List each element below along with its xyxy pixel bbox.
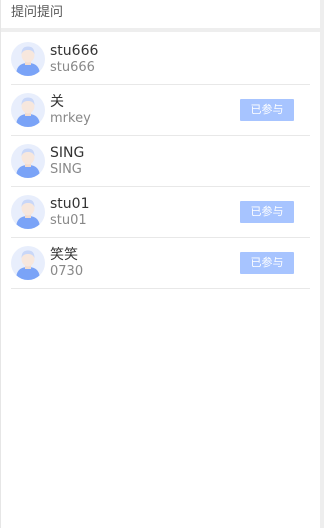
participant-id: mrkey: [50, 111, 91, 126]
list-item[interactable]: SING SING: [11, 136, 310, 187]
list-item[interactable]: 笑笑 0730 已参与: [11, 238, 310, 289]
list-item[interactable]: 关 mrkey 已参与: [11, 85, 310, 136]
user-avatar-icon: [11, 42, 45, 76]
participant-id: stu666: [50, 60, 95, 75]
participated-badge: 已参与: [240, 252, 294, 274]
page-header: 提问提问: [1, 0, 320, 32]
user-avatar-icon: [11, 195, 45, 229]
user-avatar-icon: [11, 246, 45, 280]
participant-name: stu666: [50, 43, 99, 59]
app-frame: 提问提问 stu666 stu666 关 mrkey 已参与 SING SING…: [0, 0, 320, 528]
user-avatar-icon: [11, 93, 45, 127]
participated-badge: 已参与: [240, 99, 294, 121]
participant-id: 0730: [50, 264, 84, 279]
participant-name: 笑笑: [50, 247, 78, 263]
participated-badge: 已参与: [240, 201, 294, 223]
page-title: 提问提问: [11, 5, 64, 20]
list-item[interactable]: stu01 stu01 已参与: [11, 187, 310, 238]
participant-id: stu01: [50, 213, 87, 228]
participant-id: SING: [50, 162, 82, 177]
participant-name: SING: [50, 145, 85, 161]
participant-name: 关: [50, 94, 64, 110]
user-avatar-icon: [11, 144, 45, 178]
list-item[interactable]: stu666 stu666: [11, 34, 310, 85]
participant-list: stu666 stu666 关 mrkey 已参与 SING SING stu0…: [1, 34, 320, 289]
participant-name: stu01: [50, 196, 90, 212]
